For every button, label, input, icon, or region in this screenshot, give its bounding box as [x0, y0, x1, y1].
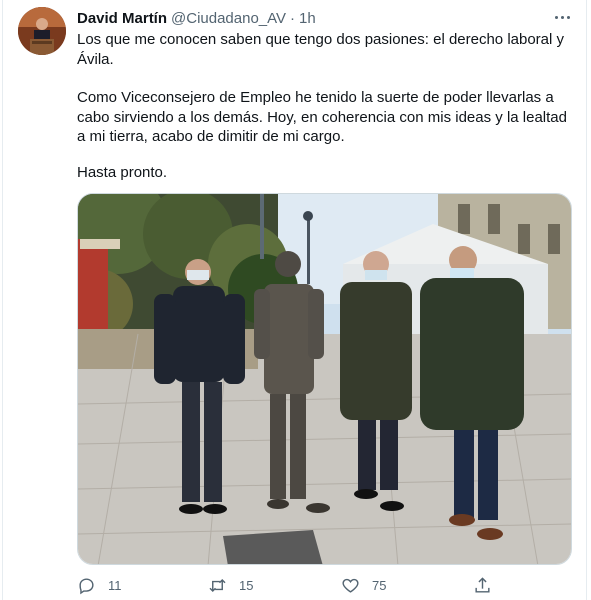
tweet-paragraph-2: Como Viceconsejero de Empleo he tenido l… — [77, 89, 567, 145]
timestamp[interactable]: 1h — [299, 10, 316, 27]
right-divider — [586, 0, 587, 600]
reply-icon — [79, 577, 94, 594]
tweet-photo[interactable] — [77, 193, 572, 565]
heart-icon — [342, 578, 359, 593]
tweet-header: David Martín @Ciudadano_AV · 1h — [77, 8, 316, 28]
tweet-card: David Martín @Ciudadano_AV · 1h Los que … — [0, 0, 591, 600]
tweet-paragraph-1: Los que me conocen saben que tengo dos p… — [77, 31, 565, 68]
retweet-button[interactable]: 15 — [208, 574, 253, 596]
display-name[interactable]: David Martín — [77, 10, 167, 27]
like-button[interactable]: 75 — [341, 574, 386, 596]
reply-button[interactable]: 11 — [77, 574, 122, 596]
tweet-paragraph-3: Hasta pronto. — [77, 164, 168, 181]
retweet-count: 15 — [239, 577, 254, 593]
separator-dot: · — [290, 9, 296, 27]
left-divider — [2, 0, 3, 600]
tweet-action-bar: 11 15 75 — [77, 574, 497, 596]
retweet-icon — [209, 578, 226, 592]
user-handle[interactable]: @Ciudadano_AV — [171, 10, 286, 27]
share-icon — [475, 576, 490, 593]
more-icon[interactable] — [550, 8, 574, 26]
like-count: 75 — [372, 577, 387, 593]
share-button[interactable] — [473, 574, 492, 596]
avatar[interactable] — [18, 7, 66, 55]
reply-count: 11 — [108, 577, 122, 593]
